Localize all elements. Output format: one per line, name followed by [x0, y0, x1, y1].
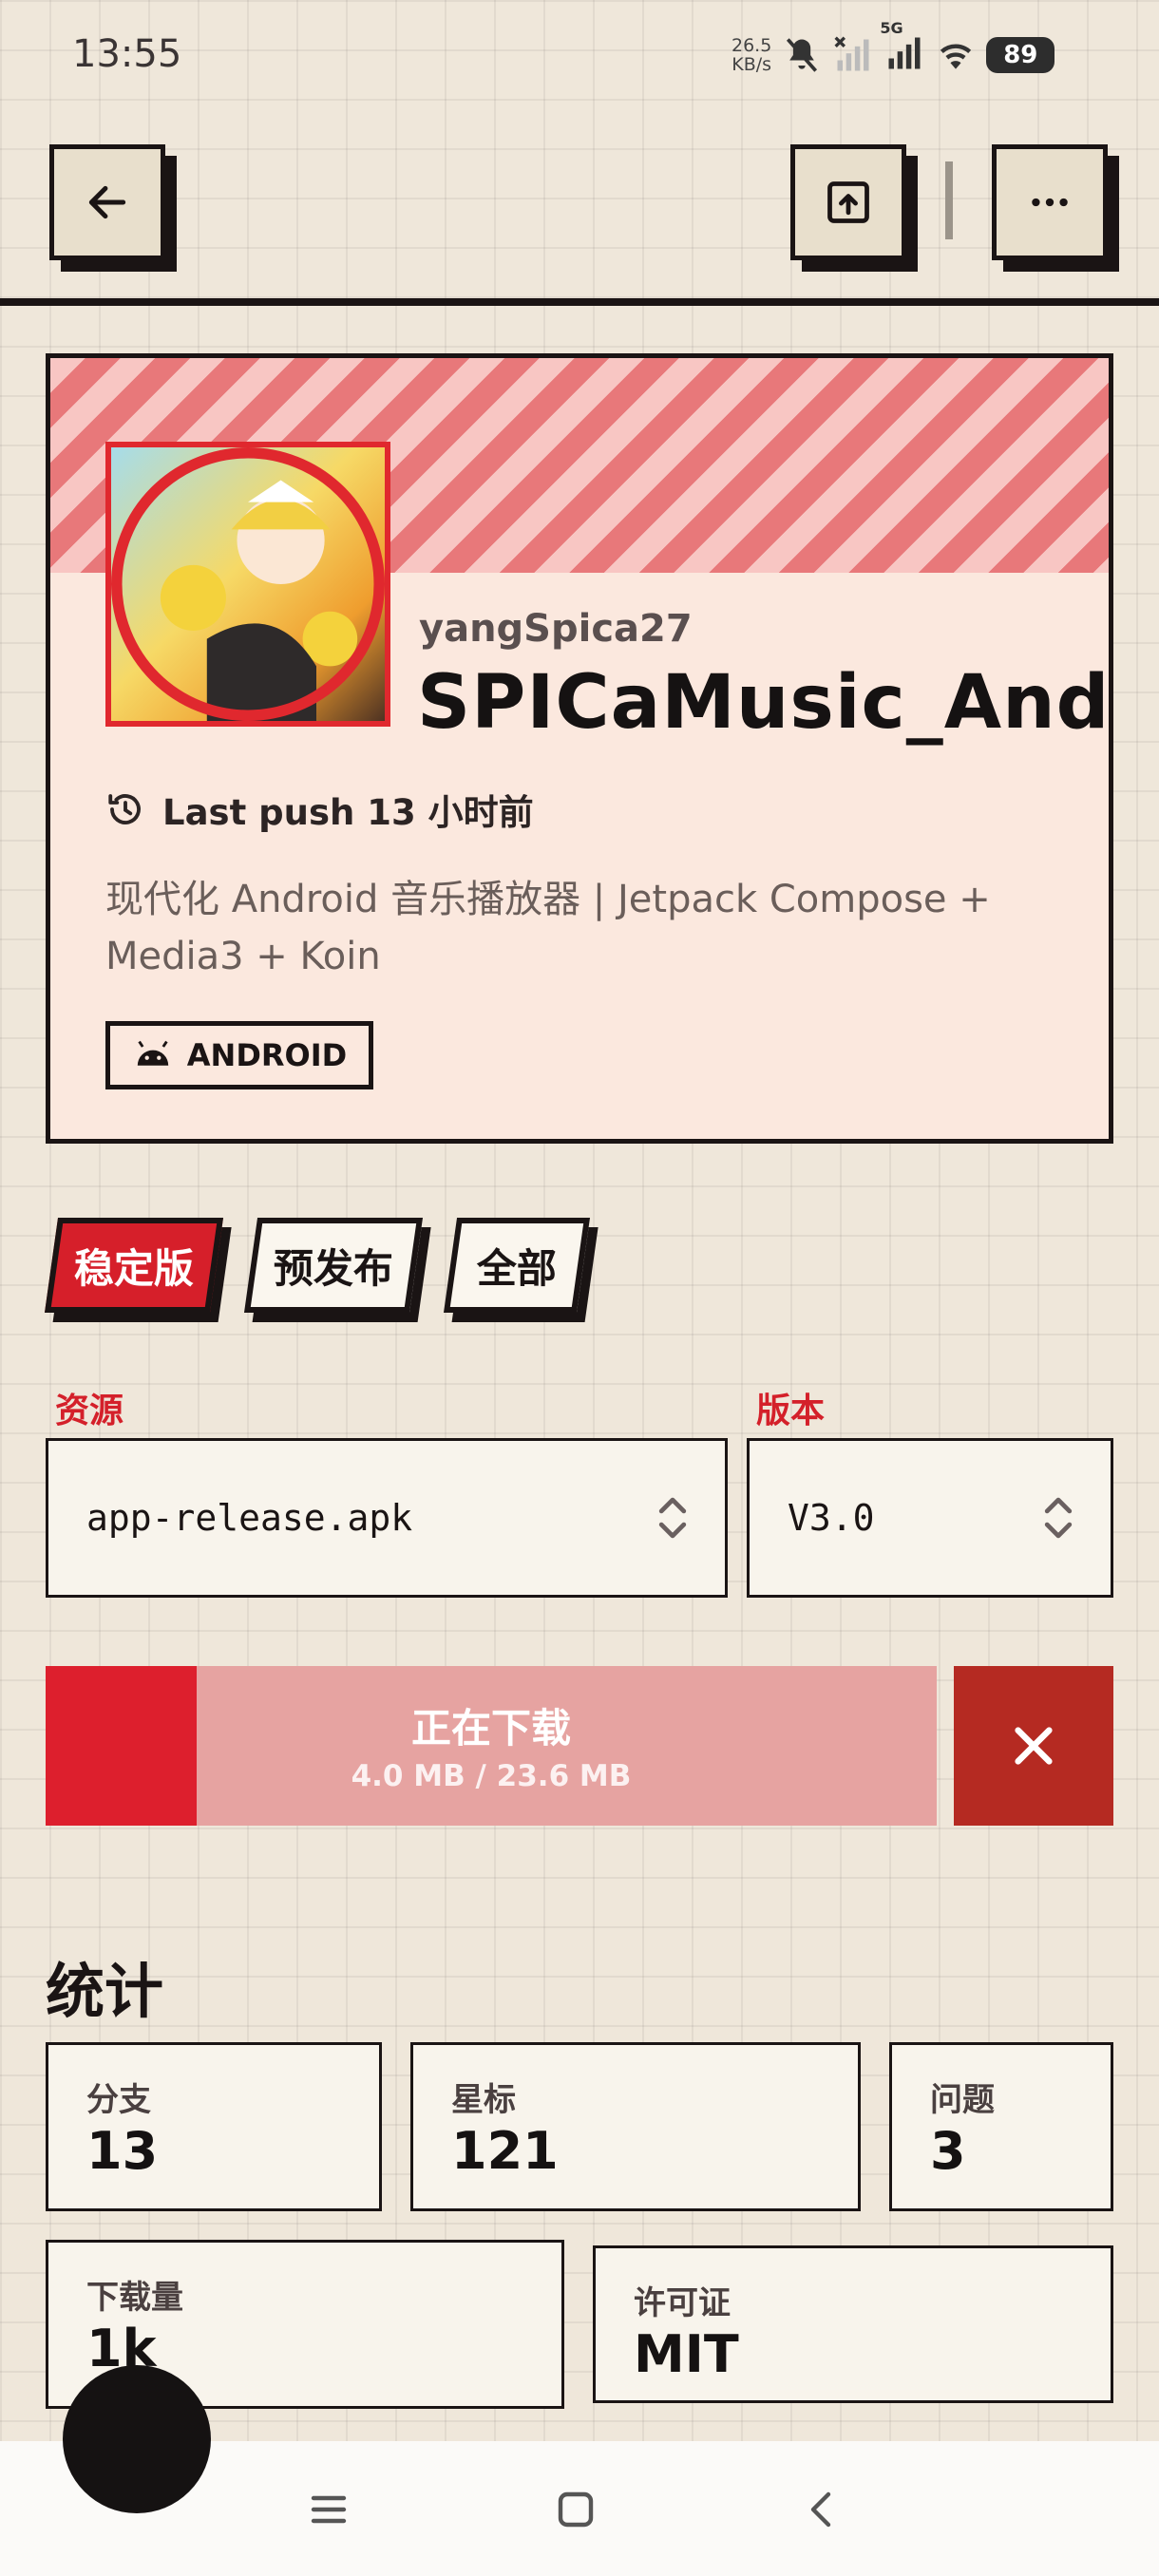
download-size: 4.0 MB / 23.6 MB — [351, 1759, 632, 1793]
more-horizontal-icon — [1032, 198, 1068, 207]
tab-prerelease-label: 预发布 — [273, 1244, 393, 1292]
history-icon — [108, 794, 141, 824]
status-time: 13:55 — [72, 32, 182, 76]
cancel-download-button[interactable] — [954, 1666, 1113, 1826]
home-button[interactable] — [547, 2481, 604, 2538]
toolbar-divider — [945, 161, 953, 239]
version-value: V3.0 — [788, 1497, 875, 1539]
home-square-icon — [558, 2491, 594, 2528]
tab-all-label: 全部 — [476, 1244, 557, 1292]
repo-avatar — [105, 442, 390, 727]
wifi-icon — [940, 44, 972, 69]
chevron-left-icon — [810, 2491, 831, 2528]
signal-icon — [888, 37, 921, 69]
signal-off-icon — [834, 36, 869, 71]
download-title: 正在下载 — [410, 1705, 571, 1752]
stat-stars: 星标 121 — [410, 2042, 861, 2211]
android-icon — [137, 1040, 168, 1066]
repo-card: yangSpica27 SPICaMusic_Android Last push… — [46, 353, 1113, 1144]
back-button[interactable] — [49, 144, 165, 260]
version-select[interactable]: V3.0 — [747, 1438, 1113, 1598]
stat-stars-value: 121 — [451, 2121, 559, 2181]
stat-license: 许可证 MIT — [593, 2245, 1113, 2403]
version-label: 版本 — [756, 1392, 826, 1430]
open-external-icon — [827, 181, 869, 223]
recent-apps-button[interactable] — [300, 2481, 357, 2538]
signal-5g: 5G — [880, 19, 925, 78]
net-speed: 26.5 KB/s — [732, 35, 772, 75]
stat-branches-label: 分支 — [86, 2081, 151, 2119]
tab-all[interactable]: 全部 — [443, 1218, 591, 1313]
tab-prerelease[interactable]: 预发布 — [243, 1218, 424, 1313]
arrow-left-icon — [88, 185, 126, 219]
stat-downloads-label: 下载量 — [86, 2279, 183, 2317]
open-external-button[interactable] — [790, 144, 906, 260]
stats-title: 统计 — [46, 1957, 164, 2026]
asset-select[interactable]: app-release.apk — [46, 1438, 728, 1598]
stat-issues-label: 问题 — [930, 2081, 995, 2119]
stat-license-label: 许可证 — [634, 2284, 731, 2322]
asset-value: app-release.apk — [86, 1497, 413, 1539]
unfold-icon — [1044, 1497, 1073, 1539]
stat-branches: 分支 13 — [46, 2042, 382, 2211]
status-icons: 26.5 KB/s 5G 89 — [732, 19, 1055, 82]
platform-tag[interactable]: ANDROID — [105, 1021, 373, 1089]
stat-branches-value: 13 — [86, 2121, 159, 2181]
stat-license-value: MIT — [634, 2324, 739, 2384]
repo-description: 现代化 Android 音乐播放器 | Jetpack Compose + Me… — [105, 878, 991, 978]
download-progress[interactable]: 正在下载 4.0 MB / 23.6 MB — [46, 1666, 937, 1826]
unfold-icon — [658, 1497, 687, 1539]
last-push: Last push 13 小时前 — [105, 784, 534, 835]
stat-stars-label: 星标 — [451, 2081, 516, 2119]
last-push-text: Last push 13 小时前 — [162, 792, 534, 833]
floating-bubble[interactable] — [63, 2365, 211, 2513]
stat-issues-value: 3 — [930, 2121, 966, 2181]
mute-bell-icon — [787, 38, 818, 72]
system-back-button[interactable] — [794, 2481, 851, 2538]
header-rule — [0, 298, 1159, 306]
repo-name: SPICaMusic_Android — [417, 660, 1111, 746]
close-icon — [1015, 1727, 1053, 1765]
avatar-illustration — [111, 447, 385, 721]
more-options-button[interactable] — [992, 144, 1108, 260]
asset-label: 资源 — [55, 1392, 124, 1430]
tab-stable-label: 稳定版 — [73, 1244, 194, 1292]
tab-stable[interactable]: 稳定版 — [44, 1218, 224, 1313]
repo-owner[interactable]: yangSpica27 — [419, 607, 693, 651]
menu-icon — [311, 2495, 347, 2524]
platform-tag-label: ANDROID — [186, 1037, 348, 1073]
stat-issues: 问题 3 — [889, 2042, 1113, 2211]
battery-indicator: 89 — [986, 37, 1055, 73]
